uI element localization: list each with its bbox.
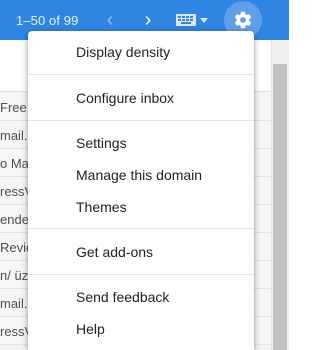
- menu-item-help[interactable]: Help: [28, 314, 254, 344]
- menu-divider: [28, 274, 254, 275]
- mail-row-snippet: o Ma: [0, 156, 29, 171]
- menu-item-label: Send feedback: [76, 289, 170, 305]
- menu-item-manage-this-domain[interactable]: Manage this domain: [28, 160, 254, 190]
- menu-item-label: Configure inbox: [76, 90, 175, 106]
- menu-item-label: Themes: [76, 199, 127, 215]
- menu-divider: [28, 120, 254, 121]
- mail-row-snippet: mail.: [0, 128, 28, 143]
- settings-menu: Display density Configure inbox Settings Ma…: [28, 31, 254, 350]
- scrollbar-thumb[interactable]: [273, 64, 287, 350]
- menu-item-label: Manage this domain: [76, 167, 203, 183]
- menu-item-label: Settings: [76, 135, 127, 151]
- chevron-left-icon[interactable]: ‹: [102, 10, 118, 30]
- menu-item-label: Get add-ons: [76, 244, 154, 260]
- menu-item-display-density[interactable]: Display density: [28, 37, 254, 67]
- menu-item-send-feedback[interactable]: Send feedback: [28, 282, 254, 312]
- scrollbar[interactable]: [271, 40, 289, 350]
- gear-icon: [234, 11, 252, 29]
- menu-item-configure-inbox[interactable]: Configure inbox: [28, 83, 254, 113]
- menu-item-label: Display density: [76, 44, 171, 60]
- mail-row-snippet: mail.: [0, 296, 28, 311]
- menu-divider: [28, 228, 254, 229]
- mail-row-snippet: n/ üz: [0, 268, 29, 283]
- menu-item-label: Help: [76, 321, 105, 337]
- chevron-down-icon[interactable]: [200, 18, 208, 23]
- menu-item-settings[interactable]: Settings: [28, 128, 254, 158]
- chevron-right-icon[interactable]: ›: [140, 10, 156, 30]
- menu-item-themes[interactable]: Themes: [28, 192, 254, 222]
- keyboard-icon[interactable]: [176, 14, 196, 26]
- menu-item-get-add-ons[interactable]: Get add-ons: [28, 237, 254, 267]
- pagination-range: 1–50 of 99: [16, 13, 79, 28]
- menu-divider: [28, 74, 254, 75]
